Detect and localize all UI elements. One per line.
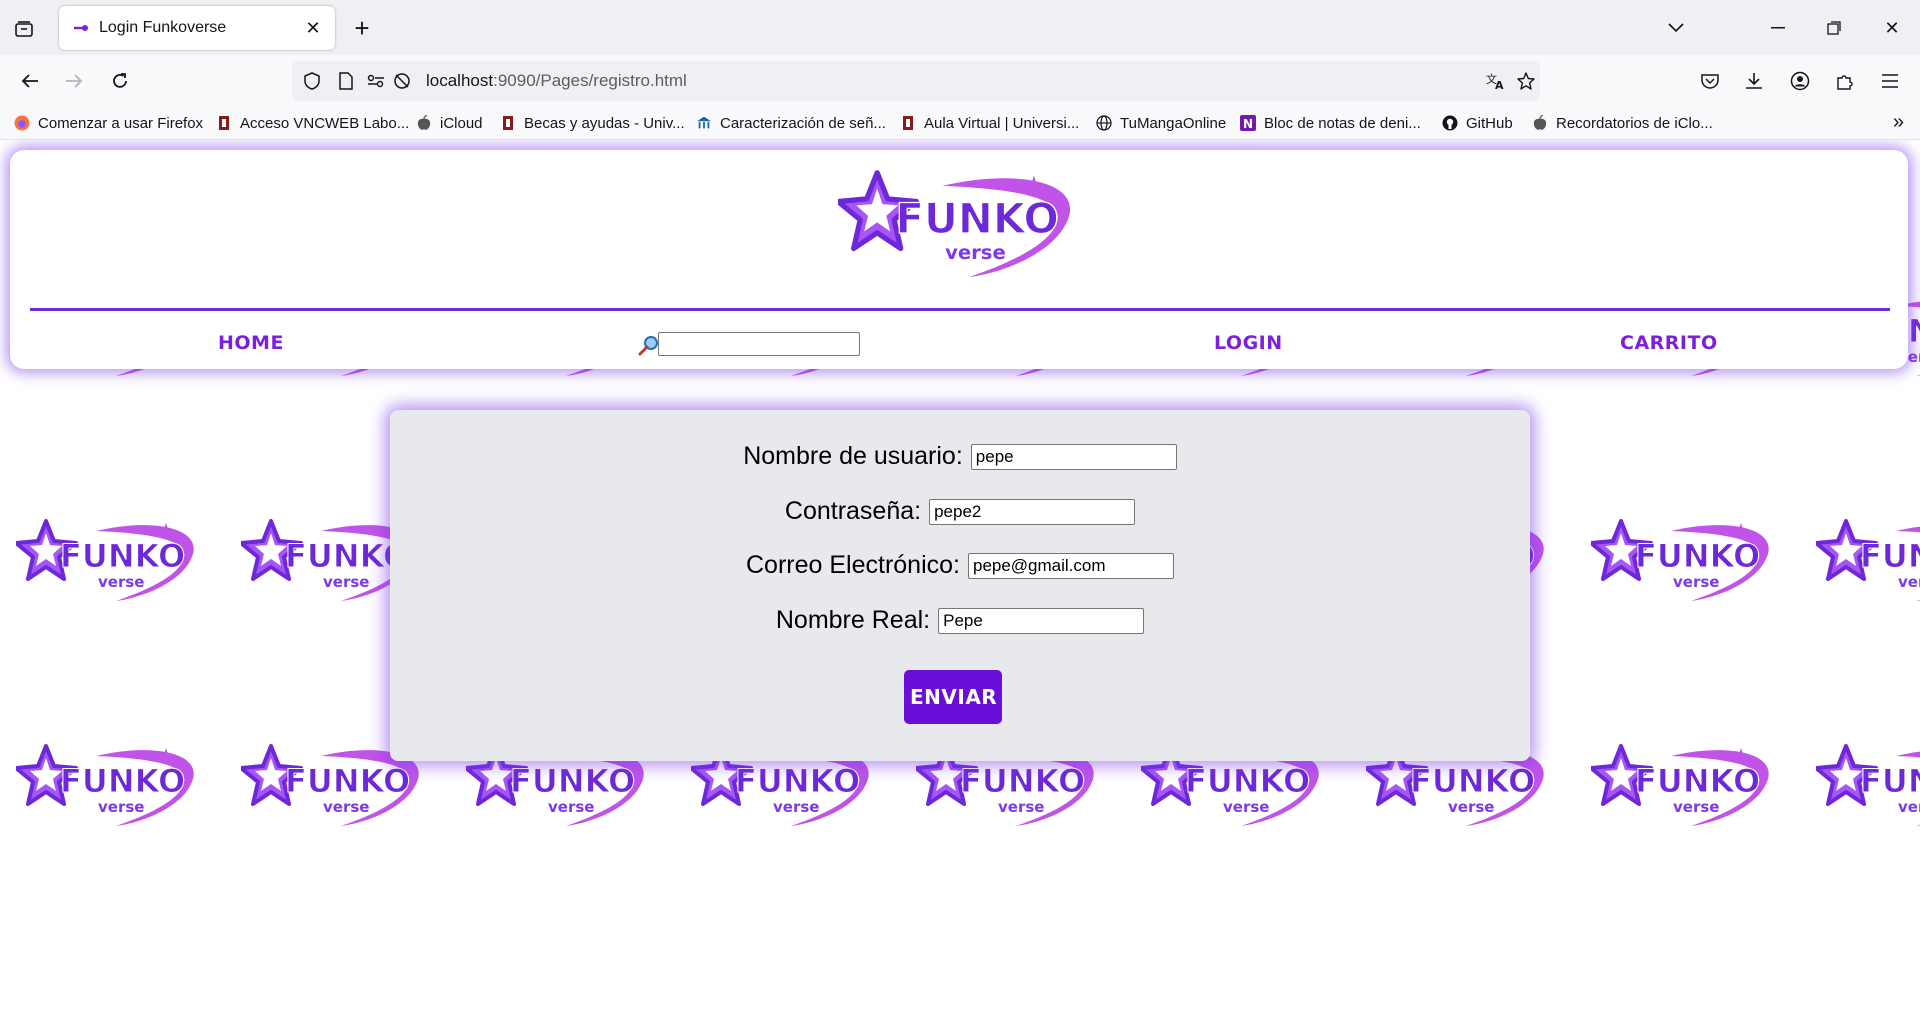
apple-icon	[416, 115, 432, 131]
bookmark-label: Caracterización de señ...	[720, 114, 886, 132]
realname-input[interactable]	[938, 607, 1145, 634]
background-logo-tile	[16, 519, 212, 603]
password-label: Contraseña:	[784, 497, 922, 525]
background-logo-tile	[1591, 744, 1787, 828]
background-logo-tile	[1591, 519, 1787, 603]
submit-button[interactable]: Enviar	[904, 670, 1002, 724]
realname-label: Nombre Real:	[775, 606, 931, 634]
username-label: Nombre de usuario:	[743, 442, 963, 470]
url-host: localhost	[426, 71, 494, 90]
realname-row: Nombre Real:	[390, 606, 1530, 635]
extensions-icon[interactable]	[1830, 67, 1858, 95]
onenote-icon: N	[1240, 115, 1256, 131]
username-input[interactable]	[970, 443, 1177, 470]
institution-icon	[696, 115, 712, 131]
hamburger-menu-icon[interactable]	[1876, 67, 1904, 95]
bookmark-star-icon[interactable]	[1512, 67, 1540, 95]
bookmark-label: Recordatorios de iClo...	[1556, 114, 1713, 132]
university-icon	[216, 115, 232, 131]
translate-icon[interactable]: 文A	[1482, 67, 1510, 95]
site-search-input[interactable]	[658, 332, 860, 356]
background-logo-tile	[16, 744, 212, 828]
email-input[interactable]	[967, 552, 1174, 579]
chevron-down-icon[interactable]	[1662, 14, 1690, 42]
bookmark-item[interactable]: Becas y ayudas - Univ...	[500, 113, 685, 133]
bookmark-item[interactable]: TuMangaOnline	[1096, 113, 1226, 133]
bookmark-item[interactable]: Comenzar a usar Firefox	[14, 113, 203, 133]
username-row: Nombre de usuario:	[390, 442, 1530, 471]
close-window-icon[interactable]: ✕	[1872, 12, 1912, 44]
tracking-blocked-icon[interactable]	[388, 67, 416, 95]
new-tab-icon[interactable]: +	[348, 13, 376, 43]
github-icon	[1442, 115, 1458, 131]
university-icon	[900, 115, 916, 131]
page-viewport: Home Login Carrito Nombre de usuario: Co…	[0, 140, 1920, 1022]
back-arrow-icon[interactable]	[16, 67, 44, 95]
bookmark-label: GitHub	[1466, 114, 1513, 132]
bookmark-label: Aula Virtual | Universi...	[924, 114, 1080, 132]
browser-nav-bar: localhost:9090/Pages/registro.html 文A	[0, 55, 1920, 107]
bookmark-label: Acceso VNCWEB Labo...	[240, 114, 410, 132]
pocket-icon[interactable]	[1696, 67, 1724, 95]
password-input[interactable]	[929, 498, 1136, 525]
svg-text:A: A	[1495, 79, 1504, 90]
background-logo-tile	[1816, 744, 1920, 828]
firefox-icon	[14, 115, 30, 131]
bookmark-item[interactable]: GitHub	[1442, 113, 1513, 133]
bookmark-item[interactable]: Caracterización de señ...	[696, 113, 886, 133]
url-text[interactable]: localhost:9090/Pages/registro.html	[426, 71, 687, 91]
bookmark-item[interactable]: Acceso VNCWEB Labo...	[216, 113, 409, 133]
browser-tab-active[interactable]: Login Funkoverse ✕	[59, 6, 335, 50]
page-info-icon[interactable]	[332, 67, 360, 95]
university-icon	[500, 115, 516, 131]
permissions-icon[interactable]	[362, 67, 390, 95]
bookmarks-toolbar: Comenzar a usar Firefox Acceso VNCWEB La…	[0, 107, 1920, 140]
close-tab-icon[interactable]: ✕	[303, 18, 323, 38]
bookmark-item[interactable]: iCloud	[416, 113, 483, 133]
background-logo-tile	[1816, 519, 1920, 603]
email-label: Correo Electrónico:	[746, 551, 960, 579]
funkoverse-logo[interactable]	[838, 170, 1094, 280]
minimize-icon[interactable]	[1758, 12, 1798, 44]
header-divider	[30, 308, 1890, 311]
reload-icon[interactable]	[106, 67, 134, 95]
globe-icon	[1096, 115, 1112, 131]
restore-icon[interactable]	[1814, 12, 1854, 44]
shield-icon[interactable]	[298, 67, 326, 95]
bookmark-label: TuMangaOnline	[1120, 114, 1227, 132]
forward-arrow-icon[interactable]	[60, 67, 88, 95]
password-row: Contraseña:	[390, 497, 1530, 526]
url-bar[interactable]: localhost:9090/Pages/registro.html 文A	[292, 61, 1540, 101]
download-icon[interactable]	[1740, 67, 1768, 95]
site-header: Home Login Carrito	[10, 150, 1908, 369]
bookmark-item[interactable]: N Bloc de notas de deni...	[1240, 113, 1421, 133]
bookmark-label: Becas y ayudas - Univ...	[524, 114, 685, 132]
nav-cart-link[interactable]: Carrito	[1620, 332, 1718, 354]
magnifier-icon	[638, 336, 658, 356]
bookmark-item[interactable]: Aula Virtual | Universi...	[900, 113, 1079, 133]
tab-list-icon[interactable]	[10, 16, 38, 40]
tab-favicon-icon	[73, 20, 89, 36]
bookmark-label: iCloud	[440, 114, 483, 132]
svg-text:N: N	[1243, 117, 1253, 131]
apple-icon	[1532, 115, 1548, 131]
nav-login-link[interactable]: Login	[1214, 332, 1283, 354]
account-icon[interactable]	[1786, 67, 1814, 95]
email-row: Correo Electrónico:	[390, 551, 1530, 580]
bookmark-label: Comenzar a usar Firefox	[38, 114, 204, 132]
bookmark-label: Bloc de notas de deni...	[1264, 114, 1421, 132]
tab-title: Login Funkoverse	[99, 19, 227, 36]
bookmark-item[interactable]: Recordatorios de iClo...	[1532, 113, 1713, 133]
chevron-double-right-icon[interactable]: »	[1893, 111, 1904, 134]
browser-tab-bar: Login Funkoverse ✕ + ✕	[0, 0, 1920, 55]
nav-home-link[interactable]: Home	[218, 332, 284, 354]
registration-form: Nombre de usuario: Contraseña: Correo El…	[390, 410, 1530, 761]
url-path: :9090/Pages/registro.html	[493, 71, 687, 90]
